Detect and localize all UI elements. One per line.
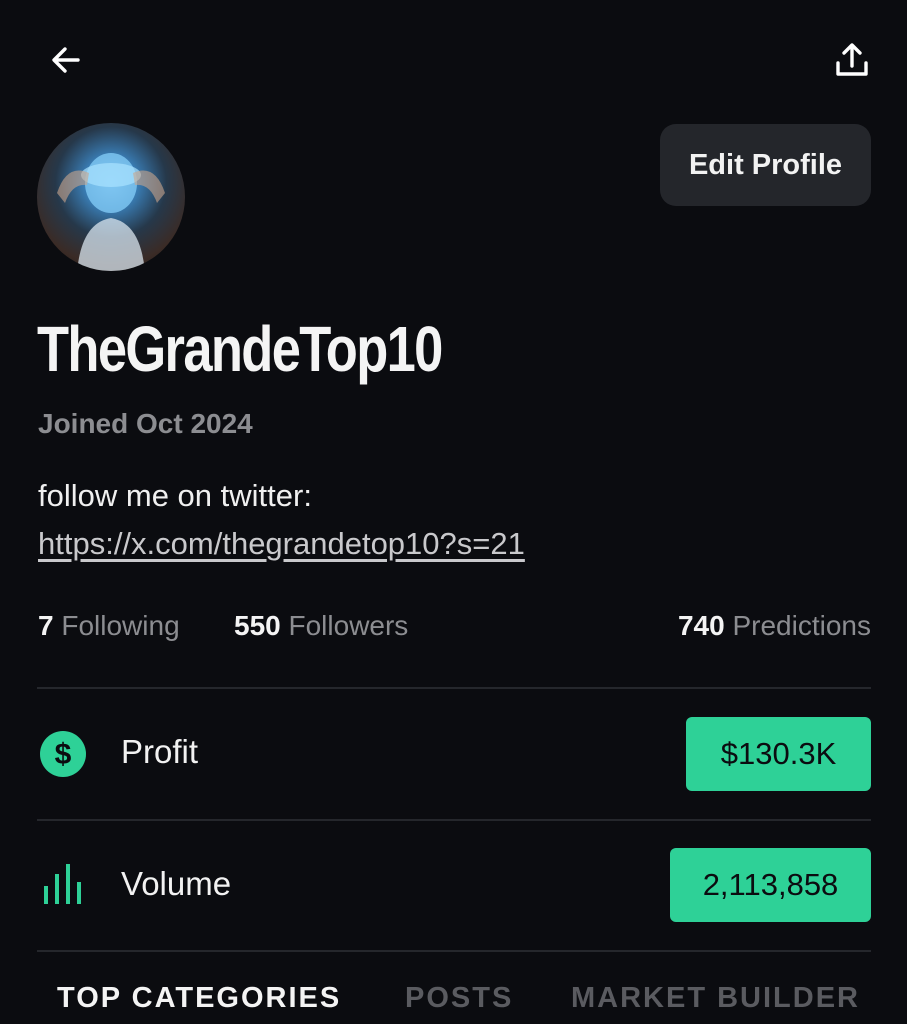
followers-label: Followers — [288, 610, 409, 641]
arrow-left-icon — [52, 47, 80, 73]
username: TheGrandeTop10 — [37, 313, 443, 385]
bio-link[interactable]: https://x.com/thegrandetop10?s=21 — [38, 526, 525, 561]
profit-label: Profit — [121, 733, 199, 770]
divider — [37, 687, 871, 689]
share-button[interactable] — [822, 30, 882, 90]
followers-stat[interactable]: 550 Followers — [234, 610, 408, 642]
tab-bar: TOP CATEGORIES POSTS MARKET BUILDER — [0, 982, 907, 1024]
tab-posts[interactable]: POSTS — [405, 982, 513, 1015]
bio-text: follow me on twitter: — [38, 478, 312, 513]
share-upload-icon — [836, 43, 868, 76]
predictions-label: Predictions — [732, 610, 871, 641]
avatar[interactable] — [37, 123, 185, 271]
following-label: Following — [61, 610, 180, 641]
back-button[interactable] — [36, 30, 96, 90]
bio: follow me on twitter: https://x.com/theg… — [38, 472, 678, 568]
stats-row: 7 Following 550 Followers 740 Prediction… — [38, 610, 871, 650]
tab-top-categories[interactable]: TOP CATEGORIES — [57, 982, 341, 1015]
avatar-image — [57, 153, 165, 271]
following-stat[interactable]: 7 Following — [38, 610, 180, 642]
profit-value: $130.3K — [686, 717, 871, 791]
tab-market-builder[interactable]: MARKET BUILDER — [571, 982, 860, 1015]
profile-page: Edit Profile TheGrandeTop10 Joined Oct 2… — [0, 0, 907, 1024]
predictions-count: 740 — [677, 610, 725, 641]
following-count: 7 — [38, 610, 54, 641]
edit-profile-button[interactable]: Edit Profile — [660, 124, 871, 206]
divider — [37, 950, 871, 952]
followers-count: 550 — [234, 610, 281, 641]
volume-value: 2,113,858 — [670, 848, 871, 922]
predictions-stat[interactable]: 740 Predictions — [678, 610, 871, 642]
volume-label: Volume — [121, 865, 232, 902]
bar-chart-icon — [44, 864, 81, 904]
divider — [37, 819, 871, 821]
joined-date: Joined Oct 2024 — [38, 408, 253, 439]
dollar-circle-icon: $ — [40, 731, 86, 777]
svg-text:$: $ — [55, 738, 72, 771]
